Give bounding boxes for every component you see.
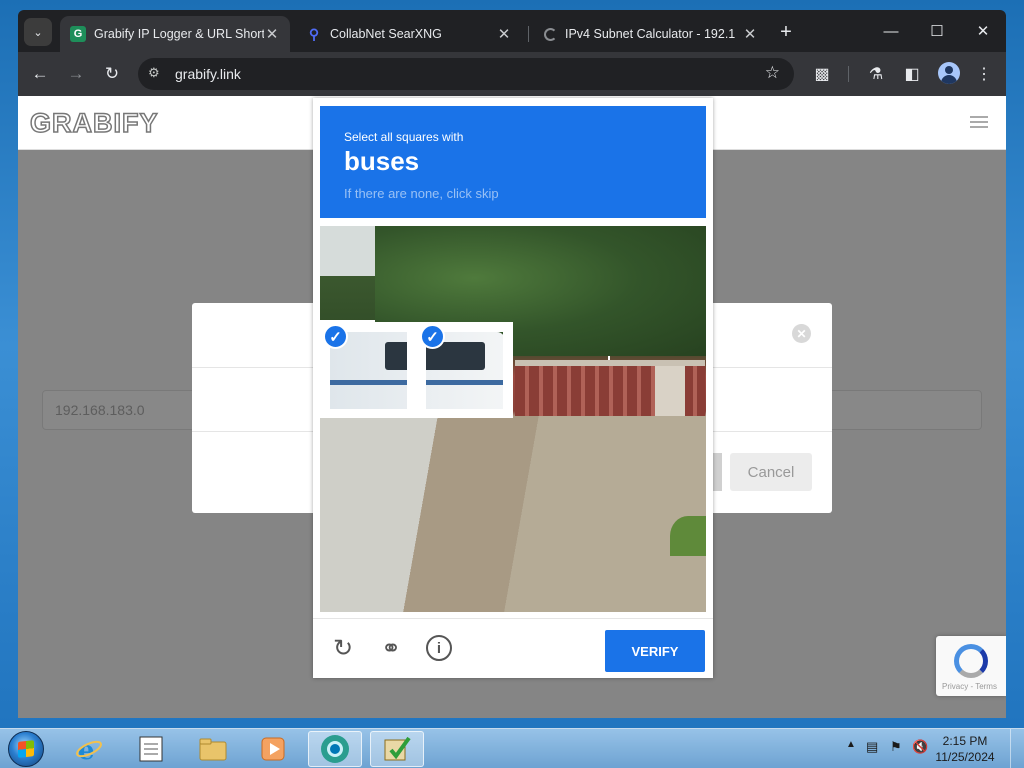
tab-grabify[interactable]: G Grabify IP Logger & URL Short ✕ (60, 16, 290, 52)
grabify-favicon-icon: G (70, 26, 86, 42)
close-tab-icon[interactable]: ✕ (496, 25, 512, 43)
address-bar[interactable]: ⚙ grabify.link ☆ (138, 58, 794, 90)
system-clock[interactable]: 2:15 PM 11/25/2024 (930, 733, 1000, 765)
image-tile-grid[interactable]: ✓ ✓ (320, 226, 706, 612)
labs-flask-icon[interactable]: ⚗ (864, 62, 888, 86)
search-icon: ⚲ (308, 25, 320, 42)
url-text[interactable]: grabify.link (175, 66, 241, 82)
notepad-icon[interactable] (124, 731, 178, 767)
recaptcha-challenge: Select all squares with buses If there a… (313, 98, 713, 678)
audio-challenge-icon[interactable]: ⚭ (376, 633, 406, 663)
bookmark-star-icon[interactable]: ☆ (765, 63, 780, 83)
challenge-target: buses (344, 146, 420, 176)
clock-time: 2:15 PM (942, 734, 988, 748)
challenge-instruction: Select all squares with (344, 130, 464, 144)
windows-taskbar: e ▲ ▤ ⚑ 🔇 2:15 PM 11/25/2024 (0, 728, 1024, 768)
chrome-app-icon[interactable] (308, 731, 362, 767)
reload-challenge-icon[interactable]: ↻ (328, 633, 358, 663)
network-icon[interactable]: ▤ (866, 739, 878, 755)
verify-button[interactable]: VERIFY (605, 630, 705, 672)
forward-button[interactable]: → (64, 62, 88, 86)
tab-title: CollabNet SearXNG (330, 27, 442, 41)
new-tab-button[interactable]: + (775, 22, 797, 44)
extensions-icon[interactable]: ▩ (810, 62, 834, 86)
grabify-logo[interactable]: GRABIFY (29, 107, 159, 139)
tab-title: Grabify IP Logger & URL Short (94, 27, 264, 41)
tab-search-button[interactable]: ⌄ (24, 18, 52, 46)
challenge-header: Select all squares with buses If there a… (320, 106, 706, 218)
profile-avatar[interactable] (938, 62, 960, 84)
start-button[interactable] (8, 731, 44, 767)
reload-button[interactable]: ↻ (100, 62, 124, 86)
close-window-button[interactable]: ✕ (960, 18, 1006, 44)
cancel-button[interactable]: Cancel (730, 453, 812, 491)
site-info-icon[interactable]: ⚙ (148, 65, 160, 81)
show-desktop-button[interactable] (1010, 729, 1024, 768)
recaptcha-privacy-terms[interactable]: Privacy - Terms (942, 682, 997, 691)
recaptcha-logo-icon (954, 644, 988, 678)
info-icon[interactable]: i (426, 635, 452, 661)
close-tab-icon[interactable]: ✕ (742, 25, 758, 43)
tab-subnet-calculator[interactable]: IPv4 Subnet Calculator - 192.1 ✕ (534, 16, 768, 52)
svg-text:e: e (78, 736, 95, 764)
back-button[interactable]: ← (28, 62, 52, 86)
challenge-skip-hint: If there are none, click skip (344, 186, 499, 201)
side-panel-icon[interactable]: ◧ (900, 62, 924, 86)
internet-explorer-icon[interactable]: e (62, 731, 116, 767)
browser-toolbar: ← → ↻ ⚙ grabify.link ☆ ▩ ⚗ ◧ ⋮ (18, 52, 1006, 96)
hamburger-menu-icon[interactable] (970, 116, 988, 128)
close-icon[interactable]: ✕ (792, 324, 811, 343)
show-hidden-icons[interactable]: ▲ (846, 739, 856, 750)
tile-selected-check-icon[interactable]: ✓ (420, 324, 445, 349)
minimize-button[interactable]: — (868, 18, 914, 44)
loading-icon (544, 27, 557, 41)
media-player-icon[interactable] (246, 731, 300, 767)
menu-kebab-icon[interactable]: ⋮ (972, 62, 996, 86)
tab-searxng[interactable]: ⚲ CollabNet SearXNG ✕ (296, 16, 522, 52)
file-explorer-icon[interactable] (186, 731, 240, 767)
tile-selected-check-icon[interactable]: ✓ (323, 324, 348, 349)
maximize-button[interactable]: ☐ (914, 18, 960, 44)
tab-separator (528, 26, 529, 42)
tab-title: IPv4 Subnet Calculator - 192.1 (565, 27, 736, 41)
close-tab-icon[interactable]: ✕ (264, 25, 280, 43)
task-app-icon[interactable] (370, 731, 424, 767)
recaptcha-badge[interactable]: Privacy - Terms (936, 636, 1006, 696)
toolbar-divider (848, 66, 849, 82)
action-center-flag-icon[interactable]: ⚑ (890, 739, 902, 755)
challenge-footer: ↻ ⚭ i VERIFY (313, 618, 713, 678)
volume-muted-icon[interactable]: 🔇 (912, 739, 928, 755)
windows-logo-icon (18, 740, 34, 758)
clock-date: 11/25/2024 (935, 750, 995, 764)
tab-strip: ⌄ G Grabify IP Logger & URL Short ✕ ⚲ Co… (18, 10, 1006, 52)
